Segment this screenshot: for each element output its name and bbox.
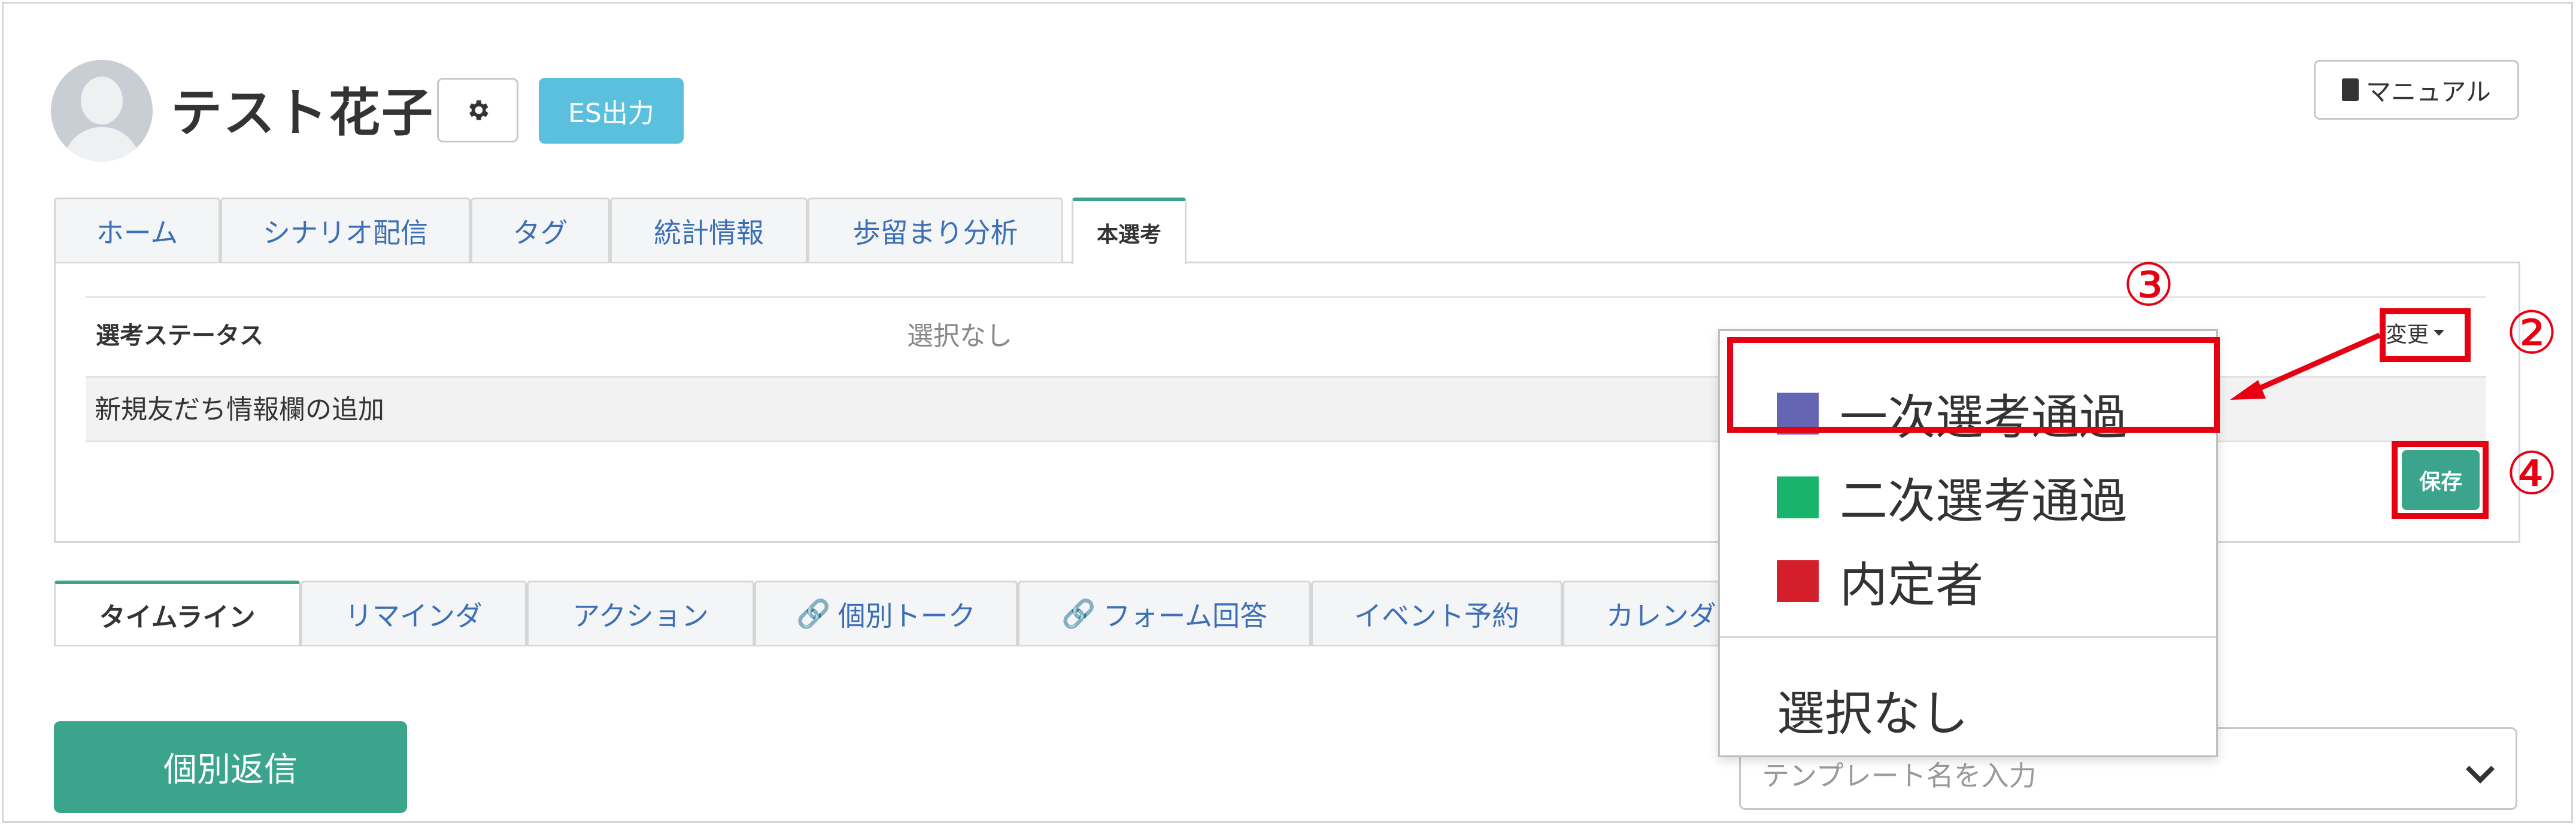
annotation-arrow — [2230, 332, 2381, 400]
